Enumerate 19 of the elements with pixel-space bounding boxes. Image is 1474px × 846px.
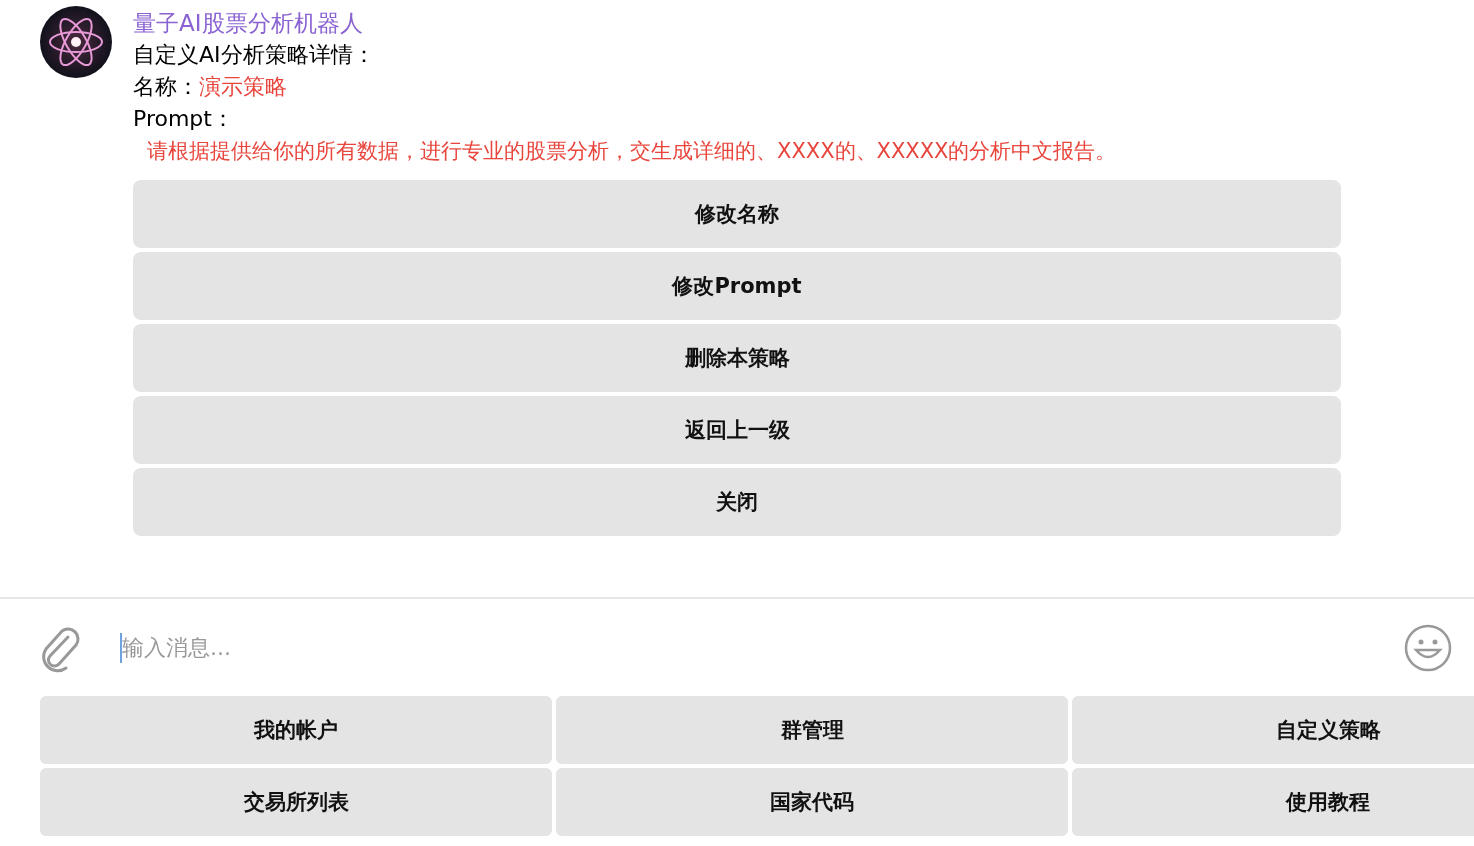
keyboard-button[interactable]: 使用教程 (1072, 768, 1474, 836)
keyboard-button[interactable]: 我的帐户 (40, 696, 552, 764)
inline-button[interactable]: 修改Prompt (133, 252, 1341, 320)
emoji-icon[interactable] (1404, 623, 1452, 672)
prompt-text: 请根据提供给你的所有数据，进行专业的股票分析，交生成详细的、XXXX的、XXXXX的分析中文报告。 (146, 138, 1118, 165)
name-label: 名称： (133, 74, 199, 99)
sender-name: 量子AI股票分析机器人 (133, 9, 364, 38)
inline-button[interactable]: 返回上一级 (133, 396, 1341, 464)
keyboard-button[interactable]: 国家代码 (556, 768, 1068, 836)
strategy-name: 演示策略 (199, 74, 287, 99)
keyboard-button[interactable]: 自定义策略 (1072, 696, 1474, 764)
keyboard-button[interactable]: 群管理 (556, 696, 1068, 764)
message-heading: 自定义AI分析策略详情： (133, 41, 376, 69)
prompt-label: Prompt： (133, 105, 235, 133)
inline-button[interactable]: 修改名称 (133, 180, 1341, 248)
keyboard-button[interactable]: 交易所列表 (40, 768, 552, 836)
message-input[interactable]: 输入消息... (120, 632, 1400, 663)
inline-button[interactable]: 关闭 (133, 468, 1341, 536)
inline-button[interactable]: 删除本策略 (133, 324, 1341, 392)
